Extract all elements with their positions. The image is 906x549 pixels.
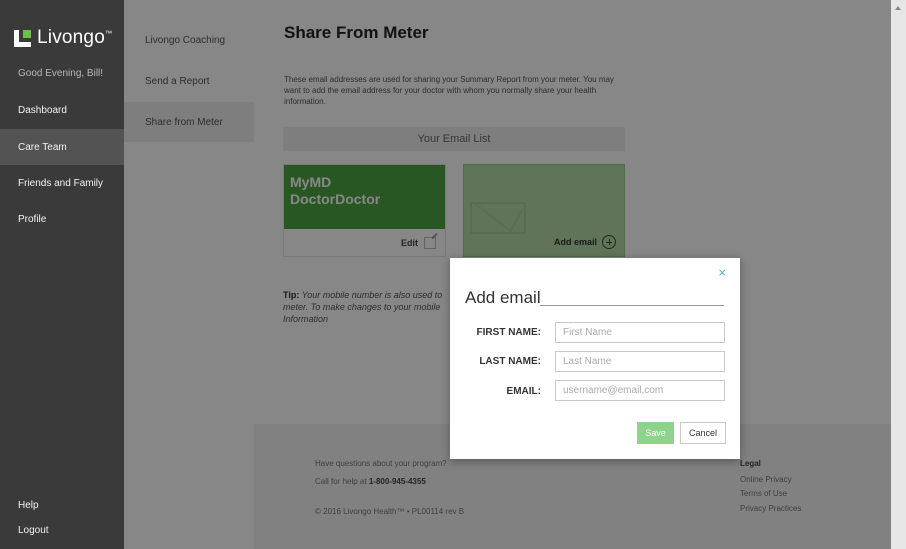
email-field[interactable] — [555, 380, 725, 401]
sidebar-item-care-team[interactable]: Care Team — [0, 129, 124, 165]
scroll-up-icon[interactable] — [895, 6, 901, 10]
cancel-button[interactable]: Cancel — [680, 422, 726, 444]
help-link[interactable]: Help — [18, 500, 39, 511]
add-email-dialog: × Add email FIRST NAME: LAST NAME: EMAIL… — [450, 258, 740, 459]
main-sidebar: Livongo™ Good Evening, Bill! Dashboard C… — [0, 0, 124, 549]
email-label: EMAIL: — [506, 386, 541, 397]
sidebar-item-label: Profile — [18, 213, 47, 225]
greeting: Good Evening, Bill! — [18, 68, 104, 79]
sidebar-item-dashboard[interactable]: Dashboard — [0, 92, 124, 128]
first-name-field[interactable] — [555, 322, 725, 343]
brand-name: Livongo™ — [37, 27, 113, 48]
sidebar-item-label: Dashboard — [18, 104, 67, 116]
last-name-field[interactable] — [555, 351, 725, 372]
sidebar-item-label: Care Team — [18, 141, 67, 153]
livongo-logo-icon — [14, 29, 31, 47]
sidebar-item-profile[interactable]: Profile — [0, 201, 124, 237]
first-name-label: FIRST NAME: — [476, 327, 541, 338]
sidebar-item-friends-and-family[interactable]: Friends and Family — [0, 165, 124, 201]
last-name-label: LAST NAME: — [479, 356, 541, 367]
save-button[interactable]: Save — [637, 422, 674, 444]
logout-link[interactable]: Logout — [18, 525, 49, 536]
sidebar-item-label: Friends and Family — [18, 177, 104, 189]
close-icon[interactable]: × — [718, 265, 726, 280]
dialog-title: Add email — [465, 288, 541, 307]
scrollbar[interactable] — [891, 0, 906, 549]
livongo-logo[interactable]: Livongo™ — [14, 27, 112, 49]
title-divider — [540, 305, 724, 306]
